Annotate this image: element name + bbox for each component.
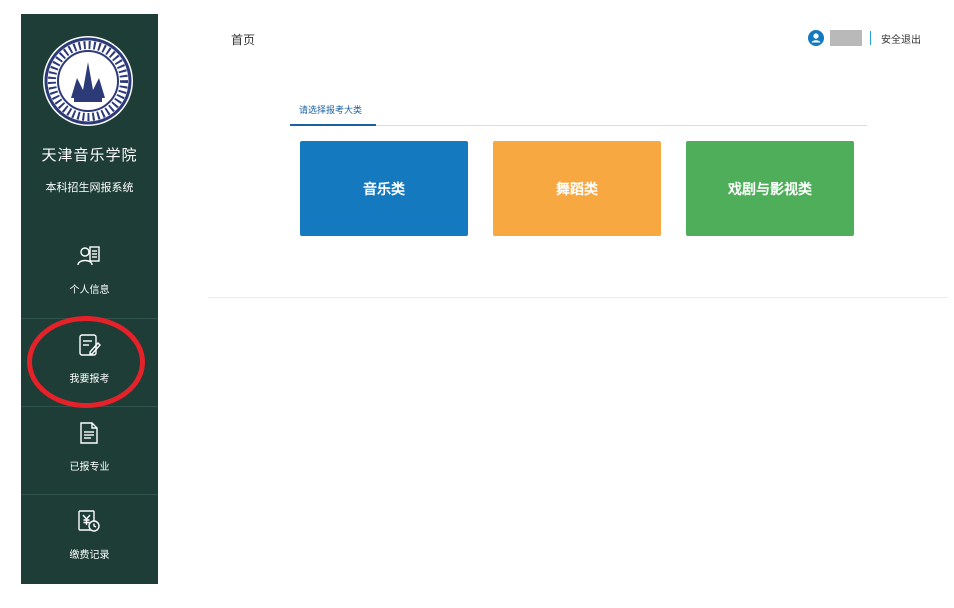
school-logo	[43, 36, 133, 126]
category-dance-button[interactable]: 舞蹈类	[493, 141, 661, 236]
sidebar-item-label: 已报专业	[69, 462, 110, 473]
user-avatar-icon[interactable]	[808, 30, 824, 46]
tab-divider	[290, 125, 867, 126]
active-tab-underline	[290, 124, 376, 126]
sidebar-item-personal-info[interactable]: 个人信息	[21, 230, 158, 318]
username-redacted	[830, 30, 862, 46]
system-name: 本科招生网报系统	[45, 181, 134, 194]
sidebar-item-applied-majors[interactable]: 已报专业	[21, 406, 158, 495]
payment-record-icon	[78, 510, 100, 532]
sidebar-item-label: 我要报考	[69, 374, 110, 385]
logout-link[interactable]: 安全退出	[881, 31, 921, 46]
sidebar-item-payment-records[interactable]: 缴费记录	[21, 494, 158, 583]
category-music-button[interactable]: 音乐类	[300, 141, 468, 236]
sidebar-item-apply[interactable]: 我要报考	[21, 318, 158, 407]
breadcrumb[interactable]: 首页	[231, 31, 255, 48]
content-divider	[208, 297, 948, 298]
sidebar-item-label: 缴费记录	[69, 550, 110, 561]
tab-select-category[interactable]: 请选择报考大类	[299, 103, 362, 116]
document-list-icon	[80, 422, 98, 444]
category-drama-film-button[interactable]: 戏剧与影视类	[686, 141, 854, 236]
user-bar: 安全退出	[808, 28, 921, 48]
edit-form-icon	[79, 334, 101, 356]
sidebar: 天津音乐学院 本科招生网报系统 个人信息 我要报考 已报专业 缴费记录	[21, 14, 158, 584]
sidebar-item-label: 个人信息	[69, 285, 110, 296]
school-name: 天津音乐学院	[41, 146, 138, 164]
user-card-icon	[77, 246, 100, 266]
separator	[870, 31, 871, 45]
